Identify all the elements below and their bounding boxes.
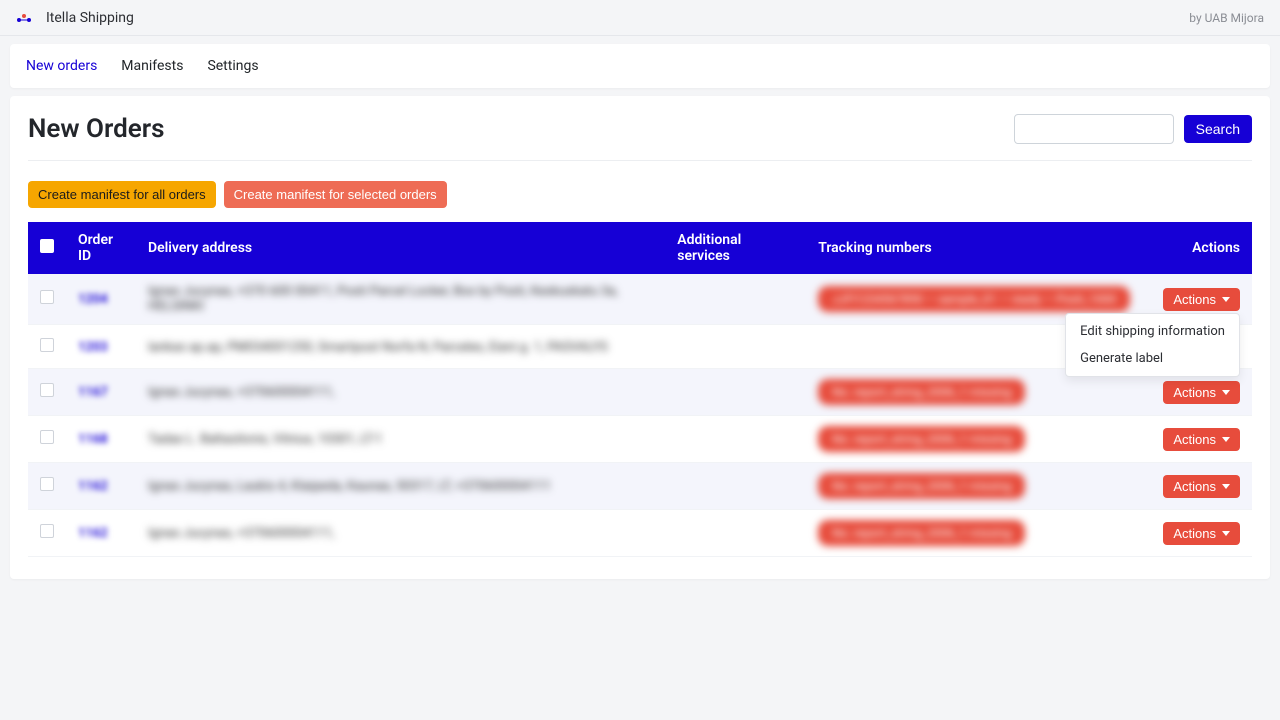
brand-title: Itella Shipping bbox=[46, 10, 134, 26]
actions-button-label: Actions bbox=[1173, 385, 1216, 400]
tracking-chip: No. report_string_2006_1 missing bbox=[818, 520, 1025, 546]
additional-services bbox=[665, 510, 806, 557]
topbar: Itella Shipping by UAB Mijora bbox=[0, 0, 1280, 36]
create-manifest-selected-button[interactable]: Create manifest for selected orders bbox=[224, 181, 447, 208]
actions-button-label: Actions bbox=[1173, 526, 1216, 541]
tracking-chip: JJFI1234567890 — sample_01 — ready — Pos… bbox=[818, 286, 1130, 312]
additional-services bbox=[665, 274, 806, 325]
row-checkbox[interactable] bbox=[40, 383, 54, 397]
tab-nav: New orders Manifests Settings bbox=[10, 44, 1270, 88]
table-row: 1162 Ignas Jucynas, Laukis 4, Klaipeda, K… bbox=[28, 463, 1252, 510]
chevron-down-icon bbox=[1222, 297, 1230, 302]
delivery-address: Ignas Jucynas, Laukis 4, Klaipeda, Kauna… bbox=[148, 479, 551, 494]
search-area: Search bbox=[1014, 114, 1252, 144]
order-id-link[interactable]: 1162 bbox=[78, 479, 108, 494]
actions-button-label: Actions bbox=[1173, 432, 1216, 447]
main-head: New Orders Search bbox=[28, 114, 1252, 161]
actions-button-label: Actions bbox=[1173, 479, 1216, 494]
col-order-id: Order ID bbox=[66, 222, 136, 274]
delivery-address: Ignas Jucynas, +370 600 00411, Posti Par… bbox=[148, 284, 653, 314]
order-id-link[interactable]: 1204 bbox=[78, 292, 108, 307]
actions-button[interactable]: Actions bbox=[1163, 475, 1240, 498]
tracking-numbers: No. report_string_2006_1 missing bbox=[806, 416, 1142, 463]
tab-panel: New orders Manifests Settings bbox=[10, 44, 1270, 88]
chevron-down-icon bbox=[1222, 437, 1230, 442]
order-id-link[interactable]: 1203 bbox=[78, 340, 108, 355]
create-manifest-all-button[interactable]: Create manifest for all orders bbox=[28, 181, 216, 208]
actions-button[interactable]: Actions bbox=[1163, 428, 1240, 451]
dropdown-generate-label[interactable]: Generate label bbox=[1066, 345, 1239, 372]
tracking-numbers: No. report_string_2006_1 missing bbox=[806, 463, 1142, 510]
table-header-row: Order ID Delivery address Additional ser… bbox=[28, 222, 1252, 274]
brand-byline: by UAB Mijora bbox=[1189, 11, 1264, 25]
row-checkbox[interactable] bbox=[40, 430, 54, 444]
dropdown-edit-shipping[interactable]: Edit shipping information bbox=[1066, 318, 1239, 345]
additional-services bbox=[665, 463, 806, 510]
tab-new-orders[interactable]: New orders bbox=[26, 58, 97, 74]
actions-button[interactable]: Actions bbox=[1163, 288, 1240, 311]
tracking-numbers: No. report_string_2006_1 missing bbox=[806, 510, 1142, 557]
manifest-buttons: Create manifest for all orders Create ma… bbox=[28, 181, 1252, 208]
chevron-down-icon bbox=[1222, 390, 1230, 395]
itella-logo-icon bbox=[16, 11, 38, 25]
row-checkbox[interactable] bbox=[40, 290, 54, 304]
col-checkbox bbox=[28, 222, 66, 274]
brand: Itella Shipping bbox=[16, 10, 134, 26]
col-tracking-numbers: Tracking numbers bbox=[806, 222, 1142, 274]
col-delivery-address: Delivery address bbox=[136, 222, 665, 274]
order-id-link[interactable]: 1167 bbox=[78, 385, 108, 400]
order-id-link[interactable]: 1168 bbox=[78, 432, 108, 447]
table-row: 1168 Tadas L. Baltasilonis, Vilnius, 1030… bbox=[28, 416, 1252, 463]
actions-button[interactable]: Actions bbox=[1163, 381, 1240, 404]
row-checkbox[interactable] bbox=[40, 524, 54, 538]
row-checkbox[interactable] bbox=[40, 338, 54, 352]
main-panel: New Orders Search Create manifest for al… bbox=[10, 96, 1270, 579]
delivery-address: Ignas Jucynas, +370600004111, bbox=[148, 385, 335, 400]
tab-settings[interactable]: Settings bbox=[207, 58, 258, 74]
row-checkbox[interactable] bbox=[40, 477, 54, 491]
additional-services bbox=[665, 325, 806, 369]
tracking-chip: No. report_string_2006_1 missing bbox=[818, 426, 1025, 452]
delivery-address: Tadas L. Baltasilonis, Vilnius, 10301, L… bbox=[148, 432, 382, 447]
additional-services bbox=[665, 416, 806, 463]
chevron-down-icon bbox=[1222, 531, 1230, 536]
col-additional-services: Additional services bbox=[665, 222, 806, 274]
actions-dropdown: Edit shipping information Generate label bbox=[1065, 313, 1240, 377]
tab-manifests[interactable]: Manifests bbox=[121, 58, 183, 74]
select-all-checkbox[interactable] bbox=[40, 239, 54, 253]
delivery-address: Ignas Jucynas, +370600004111, bbox=[148, 526, 335, 541]
search-input[interactable] bbox=[1014, 114, 1174, 144]
table-row: 1162 Ignas Jucynas, +370600004111, No. rep… bbox=[28, 510, 1252, 557]
delivery-address: lankas ap.ap, PM034001250, Smartpost Nor… bbox=[148, 340, 608, 355]
search-button[interactable]: Search bbox=[1184, 115, 1252, 143]
order-id-link[interactable]: 1162 bbox=[78, 526, 108, 541]
actions-button[interactable]: Actions bbox=[1163, 522, 1240, 545]
orders-table: Order ID Delivery address Additional ser… bbox=[28, 222, 1252, 557]
actions-button-label: Actions bbox=[1173, 292, 1216, 307]
tracking-chip: No. report_string_2006_1 missing bbox=[818, 379, 1025, 405]
tracking-chip: No. report_string_2006_1 missing bbox=[818, 473, 1025, 499]
page-title: New Orders bbox=[28, 114, 164, 144]
col-actions: Actions bbox=[1142, 222, 1252, 274]
chevron-down-icon bbox=[1222, 484, 1230, 489]
additional-services bbox=[665, 369, 806, 416]
